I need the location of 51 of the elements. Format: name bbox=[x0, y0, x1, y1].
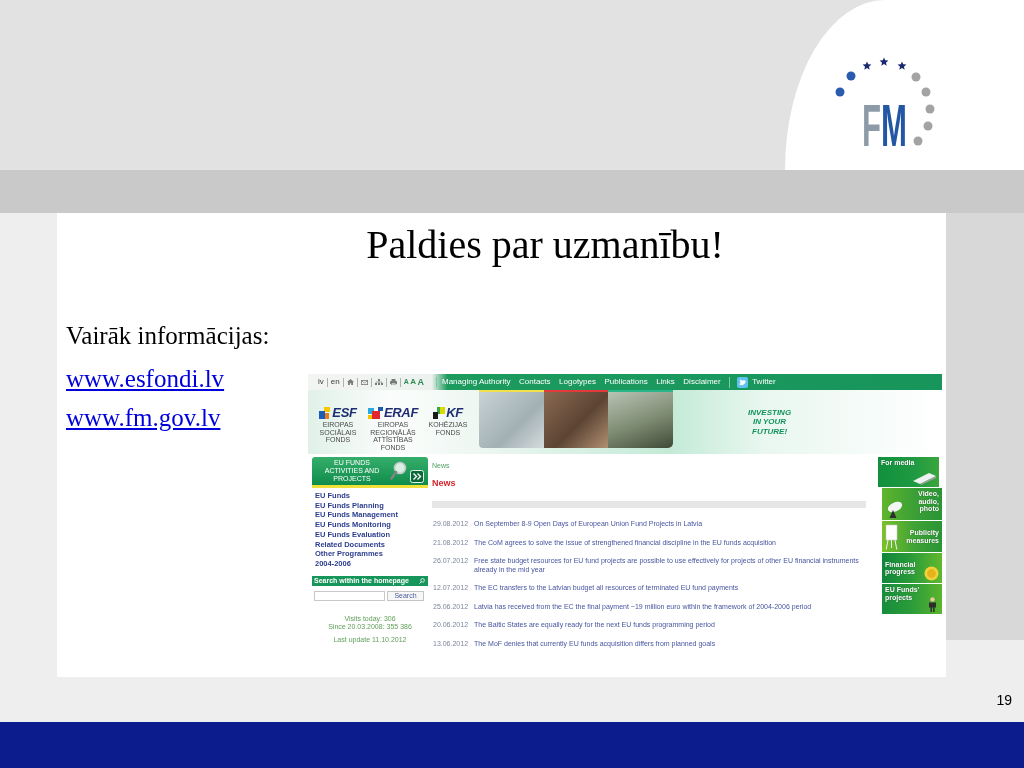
star-icon bbox=[862, 61, 872, 70]
squares-icon bbox=[433, 406, 446, 419]
sitemap-icon[interactable] bbox=[374, 379, 383, 385]
mail-icon[interactable] bbox=[360, 379, 368, 385]
twitter-link[interactable]: Twitter bbox=[752, 377, 776, 387]
photo-placeholder bbox=[479, 392, 544, 448]
magnifier-icon bbox=[389, 461, 407, 481]
language-link[interactable]: lv bbox=[318, 377, 324, 387]
nav-link[interactable]: Logotypes bbox=[559, 377, 596, 387]
photo-placeholder bbox=[543, 392, 609, 448]
logo-text: KF bbox=[446, 406, 463, 419]
star-icon bbox=[879, 57, 889, 66]
website-link[interactable]: www.fm.gov.lv bbox=[66, 398, 221, 437]
photo-placeholder bbox=[608, 392, 673, 448]
nav-link[interactable]: Managing Authority bbox=[442, 377, 511, 387]
person-icon bbox=[928, 597, 937, 612]
dot-icon bbox=[913, 136, 923, 146]
tagline: INVESTING IN YOUR FUTURE! bbox=[748, 407, 792, 437]
dot-icon bbox=[846, 71, 856, 81]
search-icon[interactable] bbox=[419, 577, 425, 584]
page-heading: News bbox=[432, 479, 456, 488]
nav-link[interactable]: Disclaimer bbox=[683, 377, 721, 387]
dot-icon bbox=[923, 121, 933, 131]
font-size-button[interactable]: A bbox=[410, 377, 417, 387]
font-size-button[interactable]: A bbox=[417, 377, 425, 387]
website-link[interactable]: www.esfondi.lv bbox=[66, 359, 225, 398]
dot-icon bbox=[921, 87, 931, 97]
subtitle: Vairāk informācijas: bbox=[66, 321, 270, 351]
bird-icon[interactable] bbox=[737, 376, 749, 388]
newspaper-icon bbox=[912, 472, 936, 485]
squares-icon bbox=[367, 406, 383, 419]
nav-link[interactable]: Publications bbox=[604, 377, 648, 387]
page-number: 19 bbox=[996, 691, 1012, 708]
home-icon[interactable] bbox=[346, 379, 354, 385]
logo-text: ERAF bbox=[383, 406, 419, 419]
satellite-dish-icon bbox=[885, 501, 903, 518]
nav-link[interactable]: Links bbox=[656, 377, 675, 387]
dot-icon bbox=[835, 87, 845, 97]
nav-link[interactable]: Contacts bbox=[519, 377, 551, 387]
language-link[interactable]: en bbox=[330, 377, 340, 387]
print-icon[interactable] bbox=[389, 379, 397, 385]
dot-icon bbox=[925, 104, 935, 114]
dot-icon bbox=[911, 72, 921, 82]
double-chevron-icon[interactable] bbox=[410, 470, 424, 483]
search-field[interactable] bbox=[314, 590, 385, 601]
squares-icon bbox=[319, 406, 332, 419]
star-icon bbox=[897, 61, 907, 70]
flipchart-icon bbox=[885, 524, 898, 550]
slide-title: Paldies par uzmanību! bbox=[365, 221, 725, 269]
coin-icon bbox=[924, 566, 939, 581]
logo-text: ESF bbox=[332, 406, 357, 419]
